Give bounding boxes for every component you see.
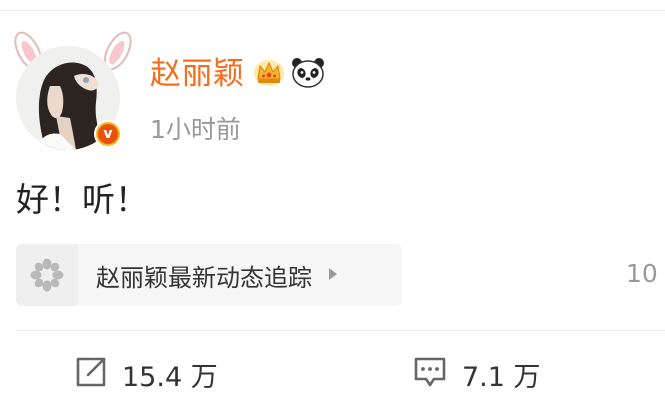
crown-icon[interactable]: [253, 57, 285, 91]
super-topic-label: 赵丽颖最新动态追踪: [96, 263, 312, 292]
repost-count: 15.4 万: [122, 361, 218, 393]
super-topic-card[interactable]: 赵丽颖最新动态追踪: [16, 244, 402, 306]
comment-button[interactable]: 7.1 万: [412, 355, 541, 393]
action-bar-divider: [16, 330, 665, 331]
top-divider: [0, 10, 665, 11]
triangle-right-icon: [328, 266, 338, 285]
comment-count: 7.1 万: [462, 361, 541, 393]
post-body-text: 好！听！: [16, 180, 148, 219]
verified-v-icon: v: [98, 124, 118, 144]
author-avatar-group[interactable]: v: [8, 28, 138, 158]
super-topic-flower-icon: [16, 244, 78, 306]
author-name[interactable]: 赵丽颖: [150, 54, 245, 94]
repost-button[interactable]: 15.4 万: [74, 355, 218, 393]
post-timestamp: 1小时前: [150, 115, 241, 144]
author-name-row: 赵丽颖: [150, 54, 325, 94]
panda-icon[interactable]: [291, 56, 325, 92]
repost-icon: [74, 355, 108, 393]
comment-icon: [412, 355, 448, 393]
clipped-time-text: 10: [626, 259, 658, 288]
verified-badge: v: [94, 120, 122, 148]
